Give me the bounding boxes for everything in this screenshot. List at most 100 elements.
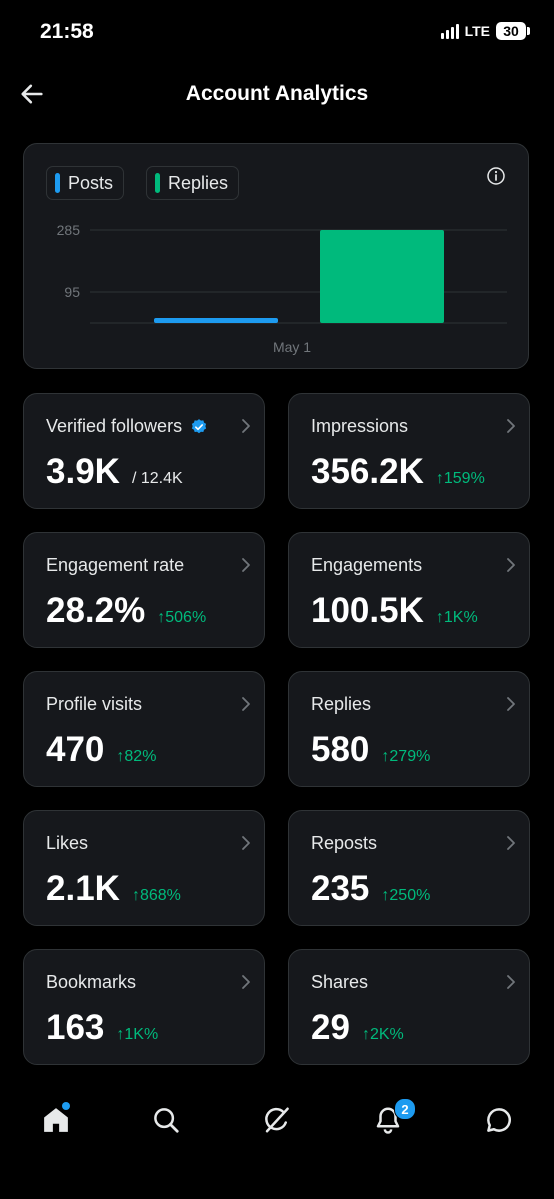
chevron-right-icon [507, 558, 515, 572]
network-type: LTE [464, 23, 490, 39]
stat-label: Engagement rate [46, 555, 184, 576]
stat-card-verified-followers[interactable]: Verified followers 3.9K / 12.4K [23, 393, 265, 509]
legend-posts[interactable]: Posts [46, 166, 125, 200]
stat-values: 235 ↑250% [311, 869, 430, 909]
y-tick-label: 95 [64, 284, 80, 300]
stat-label: Verified followers [46, 416, 208, 437]
stat-label: Shares [311, 972, 368, 993]
chevron-right-icon [507, 836, 515, 850]
stat-card-shares[interactable]: Shares 29 ↑2K% [288, 949, 530, 1065]
stat-values: 28.2% ↑506% [46, 591, 206, 631]
stat-label-text: Bookmarks [46, 972, 137, 992]
nav-notifications[interactable]: 2 [360, 1090, 416, 1150]
stat-label: Reposts [311, 833, 377, 854]
search-icon [154, 1108, 179, 1133]
bottom-nav: 2 [0, 1090, 554, 1154]
chevron-right-icon [507, 697, 515, 711]
stat-value: 235 [311, 869, 370, 908]
stat-value: 100.5K [311, 591, 424, 630]
stat-values: 163 ↑1K% [46, 1008, 158, 1048]
stat-label-text: Shares [311, 972, 369, 992]
bar-replies [320, 230, 444, 323]
stat-label: Impressions [311, 416, 408, 437]
chart-card: 95 285 May 1 Posts Replies [23, 143, 529, 369]
nav-messages[interactable] [471, 1090, 527, 1150]
stat-delta: ↑868% [131, 887, 181, 904]
stat-card-bookmarks[interactable]: Bookmarks 163 ↑1K% [23, 949, 265, 1065]
stat-delta: ↑2K% [361, 1026, 404, 1043]
stat-label: Likes [46, 833, 88, 854]
stat-value: 29 [311, 1008, 350, 1047]
stat-delta: ↑82% [116, 748, 157, 765]
chevron-right-icon [507, 975, 515, 989]
chart-legend: Posts Replies [46, 166, 240, 200]
stat-delta: ↑1K% [116, 1026, 159, 1043]
stat-delta: ↑159% [435, 470, 485, 487]
stat-values: 580 ↑279% [311, 730, 430, 770]
stat-value: 580 [311, 730, 370, 769]
status-indicators: LTE 30 [440, 22, 530, 40]
nav-search[interactable] [138, 1090, 194, 1150]
battery-level: 30 [496, 22, 526, 40]
stat-label-text: Verified followers [46, 416, 183, 436]
stat-value: 470 [46, 730, 105, 769]
stat-card-engagement-rate[interactable]: Engagement rate 28.2% ↑506% [23, 532, 265, 648]
y-tick-label: 285 [57, 222, 81, 238]
legend-posts-label: Posts [68, 172, 114, 193]
chevron-right-icon [507, 419, 515, 433]
stat-value: 163 [46, 1008, 105, 1047]
stat-label-text: Profile visits [46, 694, 143, 714]
legend-posts-swatch [55, 173, 60, 193]
chevron-right-icon [242, 975, 250, 989]
signal-icon [440, 23, 459, 39]
stat-value: 2.1K [46, 869, 120, 908]
grok-icon [265, 1107, 289, 1133]
bar-posts [154, 318, 278, 323]
stat-label-text: Replies [311, 694, 372, 714]
stat-values: 470 ↑82% [46, 730, 156, 770]
stat-card-reposts[interactable]: Reposts 235 ↑250% [288, 810, 530, 926]
header: Account Analytics [0, 70, 554, 118]
status-time: 21:58 [40, 20, 94, 43]
notification-badge: 2 [394, 1098, 416, 1120]
stat-value: 28.2% [46, 591, 146, 630]
stat-card-replies[interactable]: Replies 580 ↑279% [288, 671, 530, 787]
stat-values: 100.5K ↑1K% [311, 591, 478, 631]
stat-values: 2.1K ↑868% [46, 869, 181, 909]
legend-replies-label: Replies [168, 172, 229, 193]
stat-card-likes[interactable]: Likes 2.1K ↑868% [23, 810, 265, 926]
stat-value: 3.9K [46, 452, 120, 491]
stat-label: Bookmarks [46, 972, 136, 993]
stat-values: 29 ↑2K% [311, 1008, 404, 1048]
stat-label-text: Likes [46, 833, 89, 853]
messages-icon [487, 1108, 511, 1132]
nav-home[interactable] [28, 1090, 84, 1150]
info-icon[interactable] [486, 166, 506, 186]
stat-delta: ↑506% [157, 609, 207, 626]
stat-values: 356.2K ↑159% [311, 452, 485, 492]
stat-delta: ↑1K% [435, 609, 478, 626]
battery-icon: 30 [496, 22, 530, 40]
chevron-right-icon [242, 558, 250, 572]
stat-values: 3.9K / 12.4K [46, 452, 183, 492]
legend-replies[interactable]: Replies [146, 166, 240, 200]
legend-replies-swatch [155, 173, 161, 193]
status-bar: 21:58 LTE 30 [0, 0, 554, 64]
verified-badge-icon [191, 418, 207, 433]
stat-total: / 12.4K [131, 470, 183, 487]
stat-card-impressions[interactable]: Impressions 356.2K ↑159% [288, 393, 530, 509]
x-tick-label: May 1 [273, 339, 311, 355]
stat-card-engagements[interactable]: Engagements 100.5K ↑1K% [288, 532, 530, 648]
nav-grok[interactable] [249, 1090, 305, 1150]
stat-label-text: Reposts [311, 833, 378, 853]
stat-label: Profile visits [46, 694, 142, 715]
stat-label-text: Engagement rate [46, 555, 185, 575]
home-unread-dot [62, 1102, 70, 1110]
stat-delta: ↑250% [381, 887, 431, 904]
stat-label-text: Impressions [311, 416, 409, 436]
stat-label-text: Engagements [311, 555, 423, 575]
chevron-right-icon [242, 836, 250, 850]
stat-delta: ↑279% [381, 748, 431, 765]
chevron-right-icon [242, 419, 250, 433]
stat-card-profile-visits[interactable]: Profile visits 470 ↑82% [23, 671, 265, 787]
